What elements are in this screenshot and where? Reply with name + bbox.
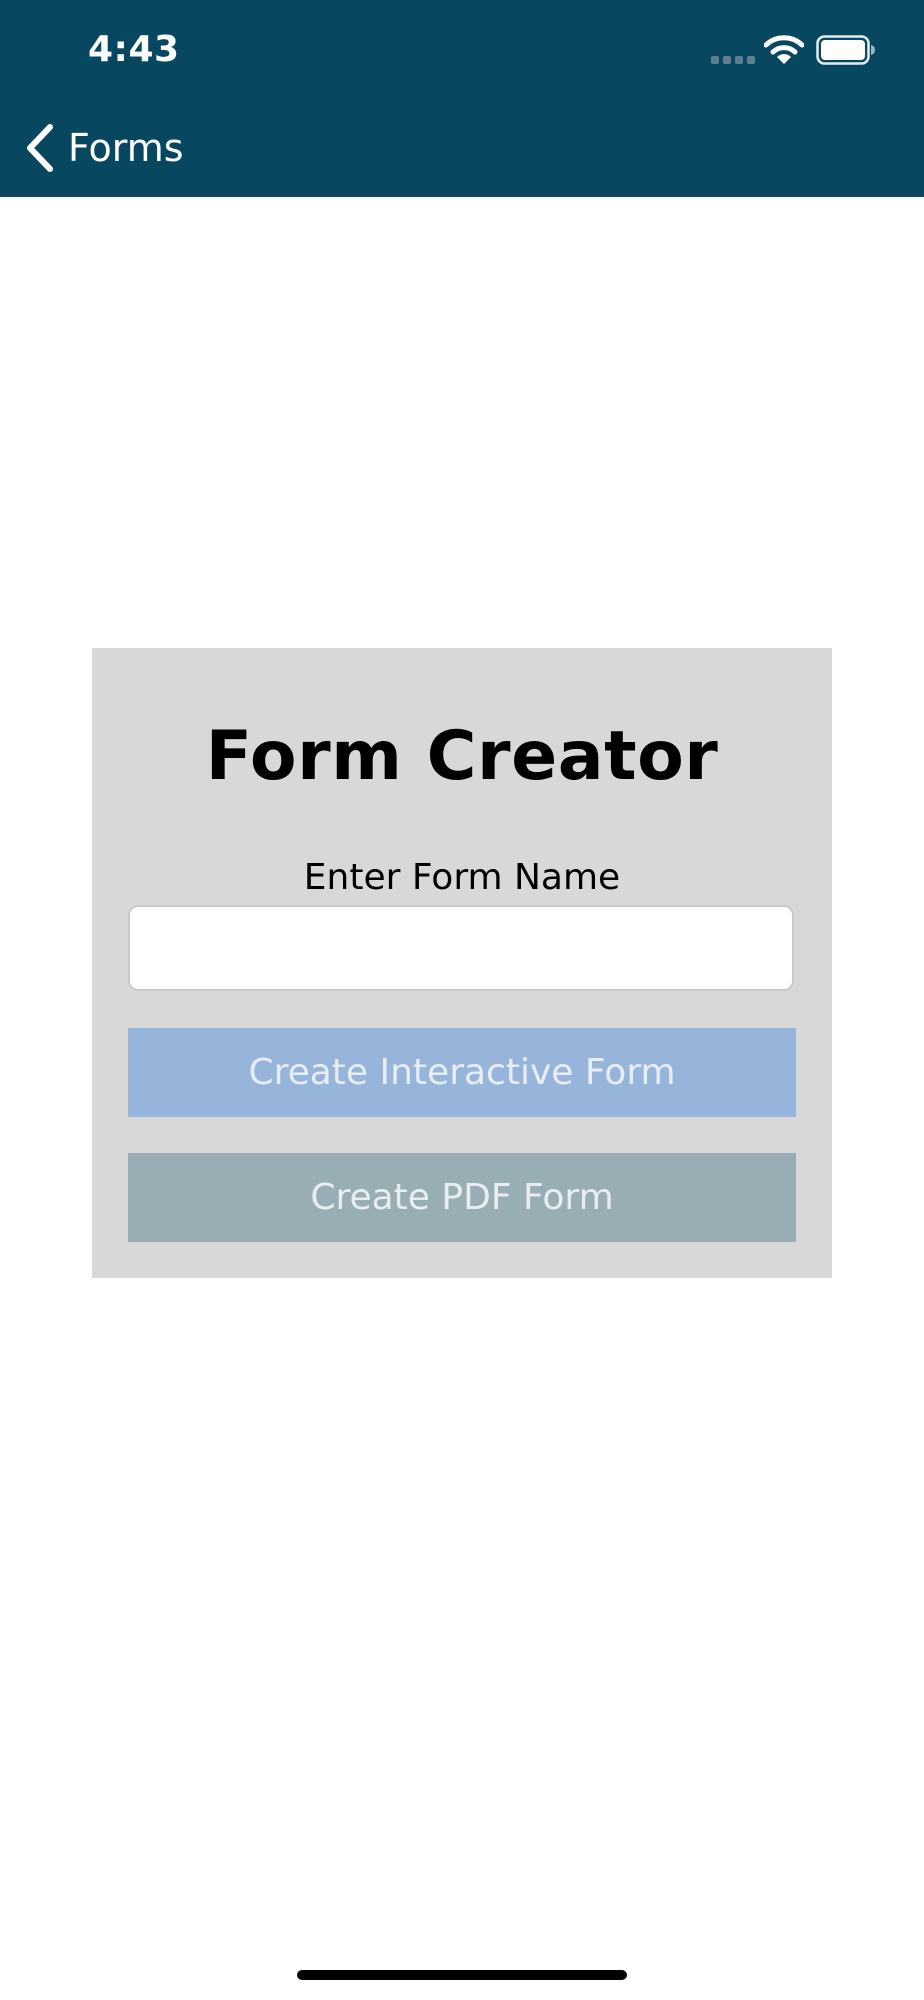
card-title: Form Creator [205,717,719,796]
screen: 4:43 Forms Form Creator Enter Form Name [0,0,924,2000]
back-button[interactable]: Forms [24,118,184,178]
cellular-signal-icon [711,56,755,64]
chevron-left-icon [27,124,53,172]
form-creator-card: Form Creator Enter Form Name Create Inte… [92,648,832,1278]
back-label: Forms [68,126,184,170]
wifi-icon [764,35,804,64]
status-time: 4:43 [88,29,180,70]
top-bar: 4:43 Forms [0,0,924,197]
battery-icon [816,35,875,65]
create-pdf-form-button[interactable]: Create PDF Form [128,1153,796,1242]
form-name-input[interactable] [128,905,794,991]
create-interactive-form-button[interactable]: Create Interactive Form [128,1028,796,1117]
form-name-label: Enter Form Name [303,857,621,898]
home-indicator[interactable] [297,1970,627,1980]
